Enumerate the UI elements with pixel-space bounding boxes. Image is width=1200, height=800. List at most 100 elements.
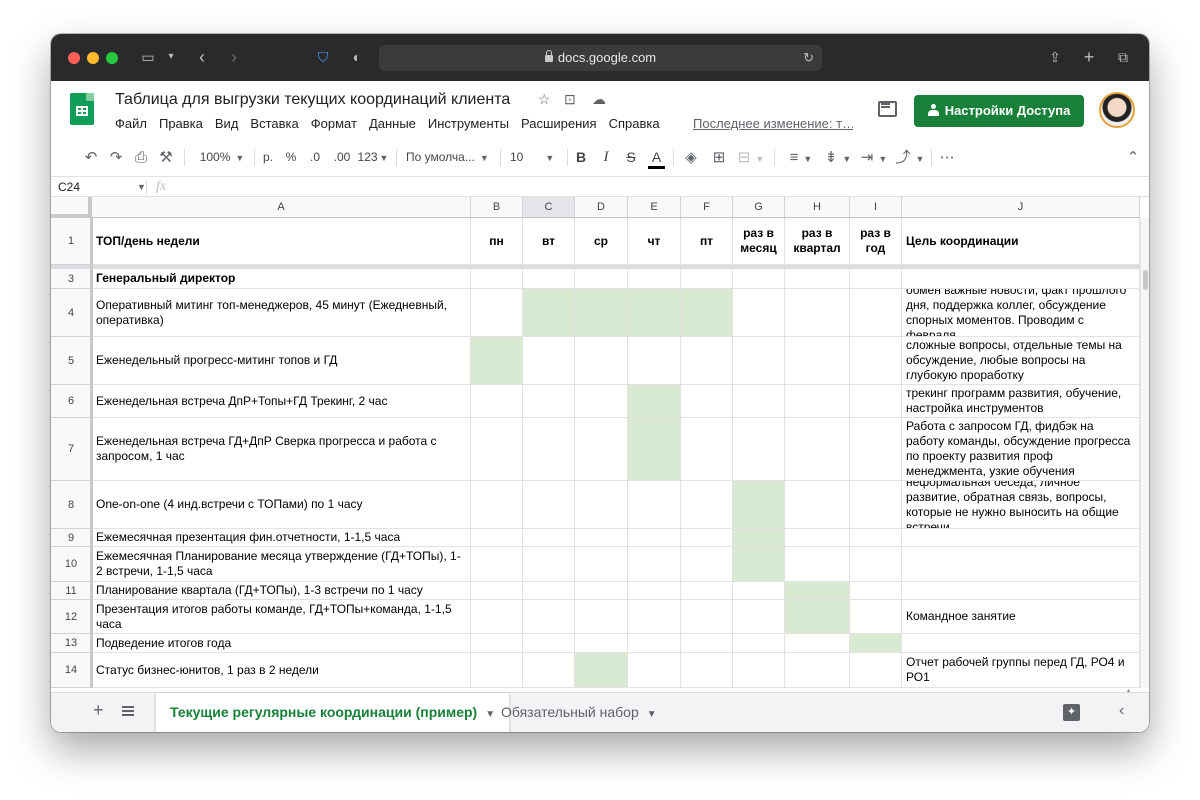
table-cell[interactable] <box>628 337 681 385</box>
table-cell[interactable] <box>785 481 850 529</box>
table-cell-goal[interactable]: обмен важные новости, факт прошлого дня,… <box>902 289 1140 337</box>
table-cell[interactable] <box>850 481 902 529</box>
table-cell-activity[interactable]: Презентация итогов работы команде, ГД+ТО… <box>92 600 471 634</box>
table-cell[interactable] <box>575 269 628 289</box>
table-cell-goal[interactable]: Командное занятие <box>902 600 1140 634</box>
table-cell[interactable] <box>785 418 850 481</box>
table-cell[interactable] <box>471 634 523 653</box>
table-cell[interactable] <box>850 582 902 600</box>
table-cell[interactable] <box>628 547 681 582</box>
table-cell[interactable] <box>681 529 733 547</box>
table-cell-activity[interactable]: Подведение итогов года <box>92 634 471 653</box>
table-cell-goal[interactable] <box>902 634 1140 653</box>
table-cell[interactable] <box>902 269 1140 289</box>
scheduled-cell[interactable] <box>628 289 681 337</box>
row-header-12[interactable]: 12 <box>51 600 92 634</box>
number-format-select[interactable]: 123 ▼ <box>357 139 389 176</box>
table-cell[interactable] <box>681 269 733 289</box>
document-title[interactable]: Таблица для выгрузки текущих координаций… <box>115 91 510 109</box>
table-cell-activity[interactable]: One-on-one (4 инд.встречи с ТОПами) по 1… <box>92 481 471 529</box>
table-cell-goal[interactable]: сложные вопросы, отдельные темы на обсуж… <box>902 337 1140 385</box>
add-sheet-icon[interactable]: + <box>93 700 104 721</box>
last-edit-link[interactable]: Последнее изменение: т… <box>693 116 853 131</box>
table-cell[interactable] <box>523 481 575 529</box>
menu-edit[interactable]: Правка <box>153 116 209 131</box>
select-all-corner[interactable] <box>51 197 92 218</box>
table-cell-goal[interactable]: Работа с запросом ГД, фидбэк на работу к… <box>902 418 1140 481</box>
table-cell[interactable] <box>681 653 733 688</box>
table-cell[interactable] <box>523 600 575 634</box>
decrease-decimal-button[interactable]: .0 <box>305 139 325 176</box>
table-cell[interactable] <box>681 600 733 634</box>
table-cell[interactable] <box>628 582 681 600</box>
avatar[interactable] <box>1099 92 1135 128</box>
header-cell-g[interactable]: раз в месяц <box>733 218 785 265</box>
redo-icon[interactable]: ↷ <box>106 139 126 176</box>
row-header-9[interactable]: 9 <box>51 529 92 547</box>
scheduled-cell[interactable] <box>575 653 628 688</box>
table-cell[interactable] <box>575 634 628 653</box>
header-cell-b[interactable]: пн <box>471 218 523 265</box>
currency-format-button[interactable]: р. <box>259 139 277 176</box>
header-cell-c[interactable]: вт <box>523 218 575 265</box>
close-window-button[interactable] <box>68 52 80 64</box>
section-cell-a[interactable]: Генеральный директор <box>92 269 471 289</box>
table-cell[interactable] <box>523 337 575 385</box>
table-cell[interactable] <box>733 653 785 688</box>
minimize-window-button[interactable] <box>87 52 99 64</box>
scheduled-cell[interactable] <box>733 529 785 547</box>
undo-icon[interactable]: ↶ <box>81 139 101 176</box>
table-cell[interactable] <box>471 418 523 481</box>
spreadsheet-grid[interactable]: A B C D E F G H I J 1 ТОП/день недели пн вт ср чт пт раз … <box>51 197 1149 688</box>
column-header-e[interactable]: E <box>628 197 681 218</box>
table-cell[interactable] <box>681 582 733 600</box>
strikethrough-button[interactable]: S <box>623 139 639 176</box>
table-cell[interactable] <box>733 289 785 337</box>
menu-data[interactable]: Данные <box>363 116 422 131</box>
row-header-3[interactable]: 3 <box>51 269 92 289</box>
header-cell-d[interactable]: ср <box>575 218 628 265</box>
table-cell[interactable] <box>850 337 902 385</box>
column-header-g[interactable]: G <box>733 197 785 218</box>
menu-help[interactable]: Справка <box>603 116 666 131</box>
row-header-7[interactable]: 7 <box>51 418 92 481</box>
sidebar-toggle-icon[interactable]: ▭ <box>139 46 157 68</box>
tracker-shield-icon[interactable]: ◐ <box>349 46 365 68</box>
zoom-select[interactable]: 100% ▼ <box>194 139 250 176</box>
table-cell[interactable] <box>523 385 575 418</box>
menu-insert[interactable]: Вставка <box>244 116 304 131</box>
increase-decimal-button[interactable]: .00 <box>330 139 354 176</box>
table-cell[interactable] <box>575 529 628 547</box>
table-cell[interactable] <box>575 481 628 529</box>
table-cell[interactable] <box>785 634 850 653</box>
table-cell[interactable] <box>471 582 523 600</box>
table-cell[interactable] <box>628 600 681 634</box>
row-header-8[interactable]: 8 <box>51 481 92 529</box>
table-cell[interactable] <box>575 418 628 481</box>
tab-overview-icon[interactable]: ⧉ <box>1114 46 1132 68</box>
table-cell[interactable] <box>850 547 902 582</box>
table-cell[interactable] <box>523 582 575 600</box>
column-header-d[interactable]: D <box>575 197 628 218</box>
column-header-f[interactable]: F <box>681 197 733 218</box>
table-cell[interactable] <box>850 653 902 688</box>
table-cell[interactable] <box>628 481 681 529</box>
table-cell-goal[interactable]: неформальная беседа, личное развитие, об… <box>902 481 1140 529</box>
table-cell[interactable] <box>733 418 785 481</box>
column-header-i[interactable]: I <box>850 197 902 218</box>
table-cell[interactable] <box>575 582 628 600</box>
star-icon[interactable]: ☆ <box>538 91 551 108</box>
scheduled-cell[interactable] <box>785 582 850 600</box>
collapse-sidepanel-icon[interactable]: ‹ <box>1119 702 1124 720</box>
table-cell[interactable] <box>733 634 785 653</box>
table-cell[interactable] <box>471 289 523 337</box>
table-cell-activity[interactable]: Статус бизнес-юнитов, 1 раз в 2 недели <box>92 653 471 688</box>
table-cell[interactable] <box>471 269 523 289</box>
vertical-scrollbar[interactable] <box>1140 218 1149 688</box>
row-header-1[interactable]: 1 <box>51 218 92 265</box>
table-cell[interactable] <box>733 269 785 289</box>
row-header-10[interactable]: 10 <box>51 547 92 582</box>
table-cell[interactable] <box>681 385 733 418</box>
menu-extensions[interactable]: Расширения <box>515 116 603 131</box>
comments-icon[interactable] <box>876 99 898 119</box>
